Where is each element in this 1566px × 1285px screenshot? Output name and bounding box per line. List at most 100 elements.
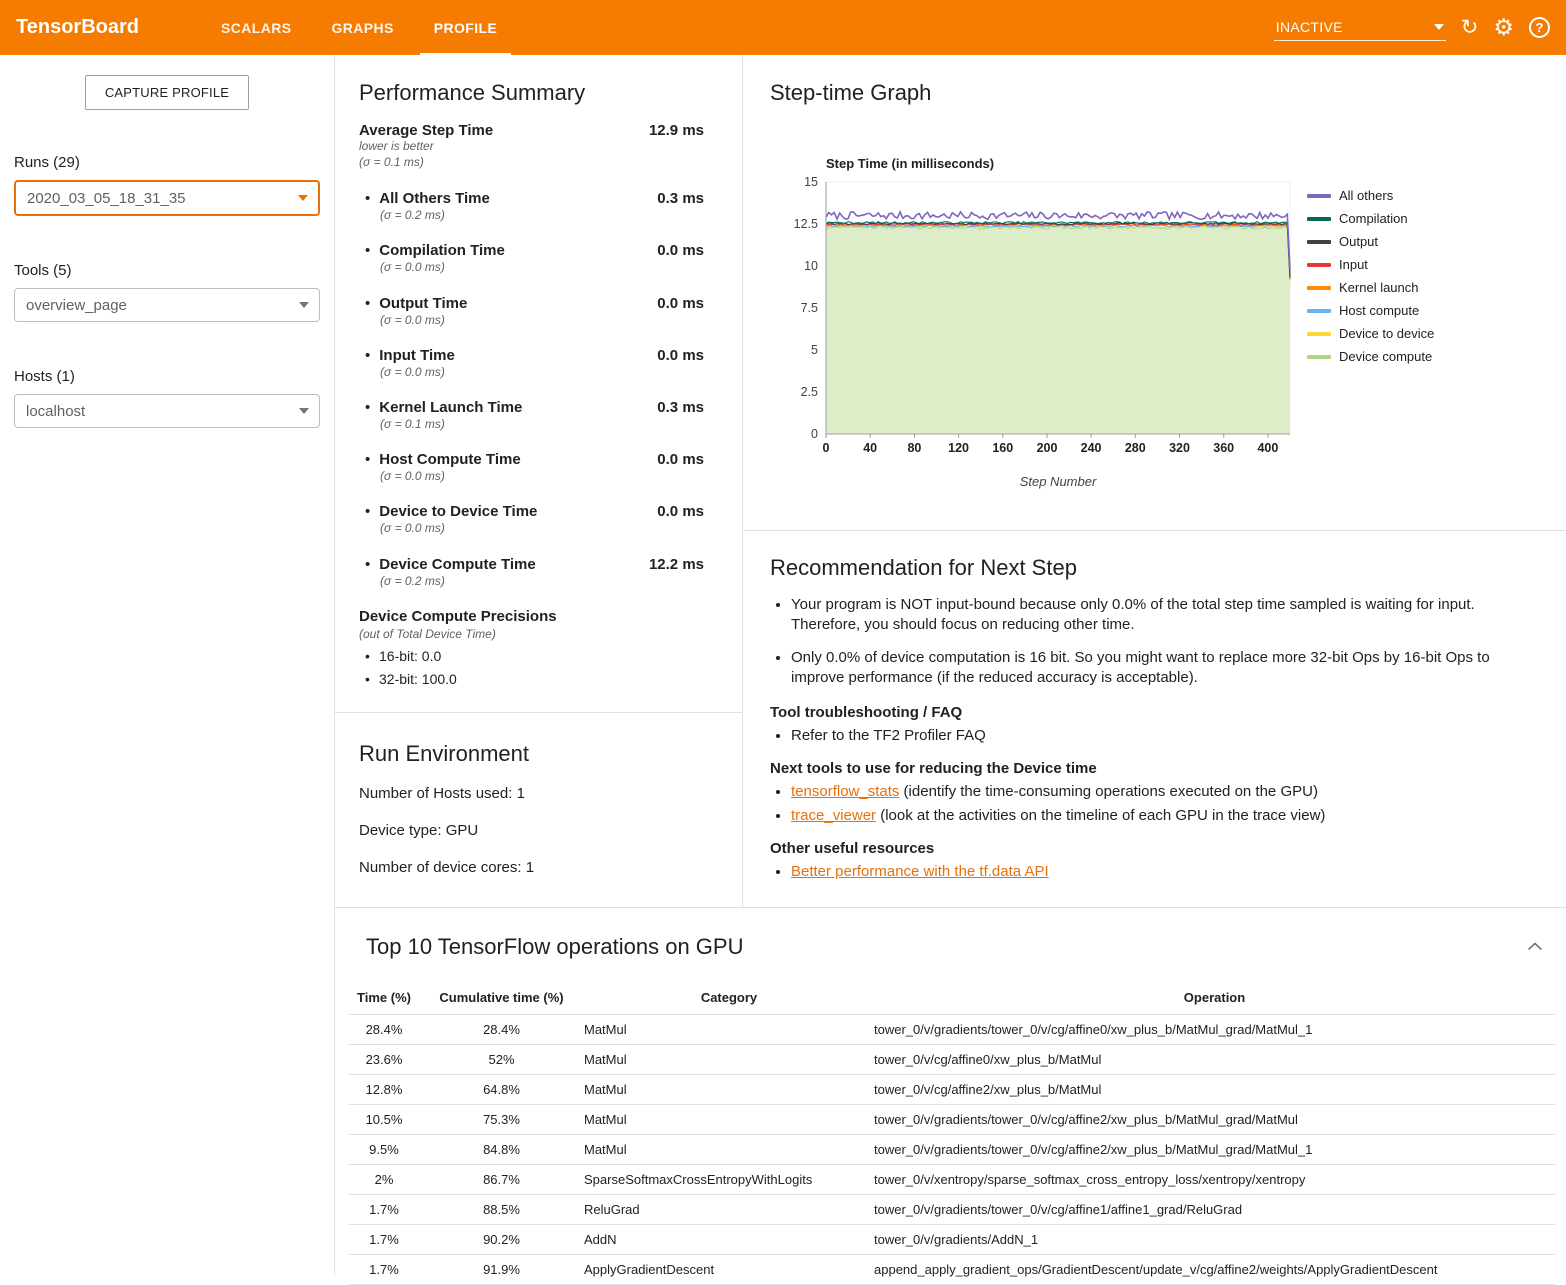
- cell-cat: SparseSoftmaxCrossEntropyWithLogits: [584, 1165, 874, 1195]
- cell-cat: MatMul: [584, 1105, 874, 1135]
- collapse-icon[interactable]: [1527, 942, 1543, 951]
- header-actions: INACTIVE ↻ ⚙ ?: [1274, 15, 1566, 41]
- status-dropdown-value: INACTIVE: [1276, 19, 1343, 35]
- legend-item: Host compute: [1307, 303, 1434, 318]
- faq-item: Refer to the TF2 Profiler FAQ: [791, 727, 1534, 744]
- svg-text:280: 280: [1125, 441, 1146, 455]
- perf-summary-item: Output Time(σ = 0.0 ms)0.0 ms: [359, 295, 704, 328]
- cell-time: 2%: [349, 1165, 419, 1195]
- average-step-time-note: lower is better: [359, 139, 493, 155]
- cell-time: 1.7%: [349, 1195, 419, 1225]
- svg-text:160: 160: [992, 441, 1013, 455]
- metric-value: 12.2 ms: [649, 556, 704, 589]
- legend-item: Input: [1307, 257, 1434, 272]
- tab-graphs[interactable]: GRAPHS: [317, 0, 407, 55]
- legend-swatch: [1307, 240, 1331, 244]
- cell-time: 1.7%: [349, 1225, 419, 1255]
- refresh-icon[interactable]: ↻: [1461, 17, 1479, 38]
- metric-label: Input Time: [359, 347, 455, 364]
- cell-cum: 88.5%: [419, 1195, 584, 1225]
- capture-profile-button[interactable]: CAPTURE PROFILE: [85, 75, 249, 110]
- col-cumulative: Cumulative time (%): [419, 982, 584, 1015]
- perf-summary-item: Kernel Launch Time(σ = 0.1 ms) 0.3 ms: [359, 399, 704, 432]
- metric-sigma: (σ = 0.0 ms): [380, 468, 521, 484]
- legend-label: Compilation: [1339, 211, 1408, 226]
- metric-label: All Others Time: [359, 190, 490, 207]
- perf-summary-item: Host Compute Time(σ = 0.0 ms)0.0 ms: [359, 451, 704, 484]
- perf-summary-item: Device Compute Time(σ = 0.2 ms)12.2 ms: [359, 556, 704, 589]
- top-ops-title: Top 10 TensorFlow operations on GPU: [366, 934, 743, 960]
- hosts-dropdown[interactable]: localhost: [14, 394, 320, 428]
- average-step-time-label: Average Step Time: [359, 122, 493, 139]
- legend-swatch: [1307, 194, 1331, 198]
- cell-op: tower_0/v/cg/affine2/xw_plus_b/MatMul: [874, 1075, 1555, 1105]
- cell-time: 23.6%: [349, 1045, 419, 1075]
- cell-cat: MatMul: [584, 1015, 874, 1045]
- metric-sigma: (σ = 0.2 ms): [380, 573, 536, 589]
- metric-sigma: (σ = 0.0 ms): [380, 312, 467, 328]
- cell-cum: 90.2%: [419, 1225, 584, 1255]
- legend-swatch: [1307, 217, 1331, 221]
- legend-label: Device to device: [1339, 326, 1434, 341]
- page-content: CAPTURE PROFILE Runs (29) 2020_03_05_18_…: [0, 55, 1566, 1275]
- next-tool-item: trace_viewer (look at the activities on …: [791, 807, 1534, 824]
- metric-value: 0.3 ms: [657, 190, 704, 223]
- trace_viewer-link[interactable]: trace_viewer: [791, 807, 876, 824]
- cell-cat: AddN: [584, 1225, 874, 1255]
- run-environment-title: Run Environment: [359, 741, 718, 767]
- cell-cum: 28.4%: [419, 1015, 584, 1045]
- performance-summary-section: Performance Summary Average Step Time lo…: [335, 55, 742, 713]
- cell-cum: 52%: [419, 1045, 584, 1075]
- legend-swatch: [1307, 286, 1331, 290]
- metric-label: Host Compute Time: [359, 451, 521, 468]
- cell-cat: MatMul: [584, 1135, 874, 1165]
- legend-item: Device compute: [1307, 349, 1434, 364]
- metric-value: 0.0 ms: [657, 347, 704, 380]
- precisions-title: Device Compute Precisions: [359, 608, 704, 625]
- cell-cum: 86.7%: [419, 1165, 584, 1195]
- tab-scalars[interactable]: SCALARS: [207, 0, 305, 55]
- tfdata-api-link[interactable]: Better performance with the tf.data API: [791, 863, 1049, 880]
- recommendation-bullet: Only 0.0% of device computation is 16 bi…: [791, 648, 1534, 689]
- top-ops-rows: 28.4%28.4%MatMultower_0/v/gradients/towe…: [349, 1015, 1555, 1285]
- tensorflow_stats-link[interactable]: tensorflow_stats: [791, 783, 899, 800]
- metric-sigma: (σ = 0.1 ms): [380, 416, 522, 432]
- app-header: TensorBoard SCALARS GRAPHS PROFILE INACT…: [0, 0, 1566, 55]
- legend-item: Compilation: [1307, 211, 1434, 226]
- svg-text:12.5: 12.5: [794, 217, 818, 231]
- recommendation-section: Recommendation for Next Step Your progra…: [743, 531, 1566, 907]
- svg-text:120: 120: [948, 441, 969, 455]
- performance-summary-title: Performance Summary: [359, 80, 704, 106]
- chevron-down-icon: [299, 408, 309, 414]
- app-title: TensorBoard: [16, 16, 139, 39]
- metric-sigma: (σ = 0.0 ms): [380, 259, 505, 275]
- svg-text:200: 200: [1037, 441, 1058, 455]
- svg-text:7.5: 7.5: [801, 301, 818, 315]
- status-dropdown[interactable]: INACTIVE: [1274, 15, 1446, 41]
- tab-profile[interactable]: PROFILE: [420, 0, 511, 55]
- table-row: 12.8%64.8%MatMultower_0/v/cg/affine2/xw_…: [349, 1075, 1555, 1105]
- col-time: Time (%): [349, 982, 419, 1015]
- cell-time: 10.5%: [349, 1105, 419, 1135]
- legend-label: All others: [1339, 188, 1393, 203]
- svg-text:80: 80: [907, 441, 921, 455]
- run-environment-section: Run Environment Number of Hosts used: 1D…: [335, 713, 742, 924]
- resources-heading: Other useful resources: [770, 840, 1534, 857]
- metric-sigma: (σ = 0.0 ms): [380, 364, 455, 380]
- cell-op: tower_0/v/gradients/tower_0/v/cg/affine1…: [874, 1195, 1555, 1225]
- gear-icon[interactable]: ⚙: [1493, 16, 1514, 39]
- tools-dropdown[interactable]: overview_page: [14, 288, 320, 322]
- right-column: Step-time Graph 02.557.51012.51504080120…: [743, 55, 1566, 907]
- metric-label: Kernel Launch Time: [359, 399, 522, 416]
- cell-cat: MatMul: [584, 1075, 874, 1105]
- runs-dropdown[interactable]: 2020_03_05_18_31_35: [14, 180, 320, 216]
- header-tabs: SCALARS GRAPHS PROFILE: [201, 0, 517, 55]
- step-time-chart: 02.557.51012.515040801201602002402803203…: [770, 148, 1305, 493]
- metric-value: 0.3 ms: [657, 399, 704, 432]
- legend-swatch: [1307, 355, 1331, 359]
- recommendation-bullet: Your program is NOT input-bound because …: [791, 595, 1534, 636]
- perf-summary-item: All Others Time(σ = 0.2 ms)0.3 ms: [359, 190, 704, 223]
- help-icon[interactable]: ?: [1529, 17, 1550, 38]
- cell-cum: 91.9%: [419, 1255, 584, 1285]
- svg-text:360: 360: [1213, 441, 1234, 455]
